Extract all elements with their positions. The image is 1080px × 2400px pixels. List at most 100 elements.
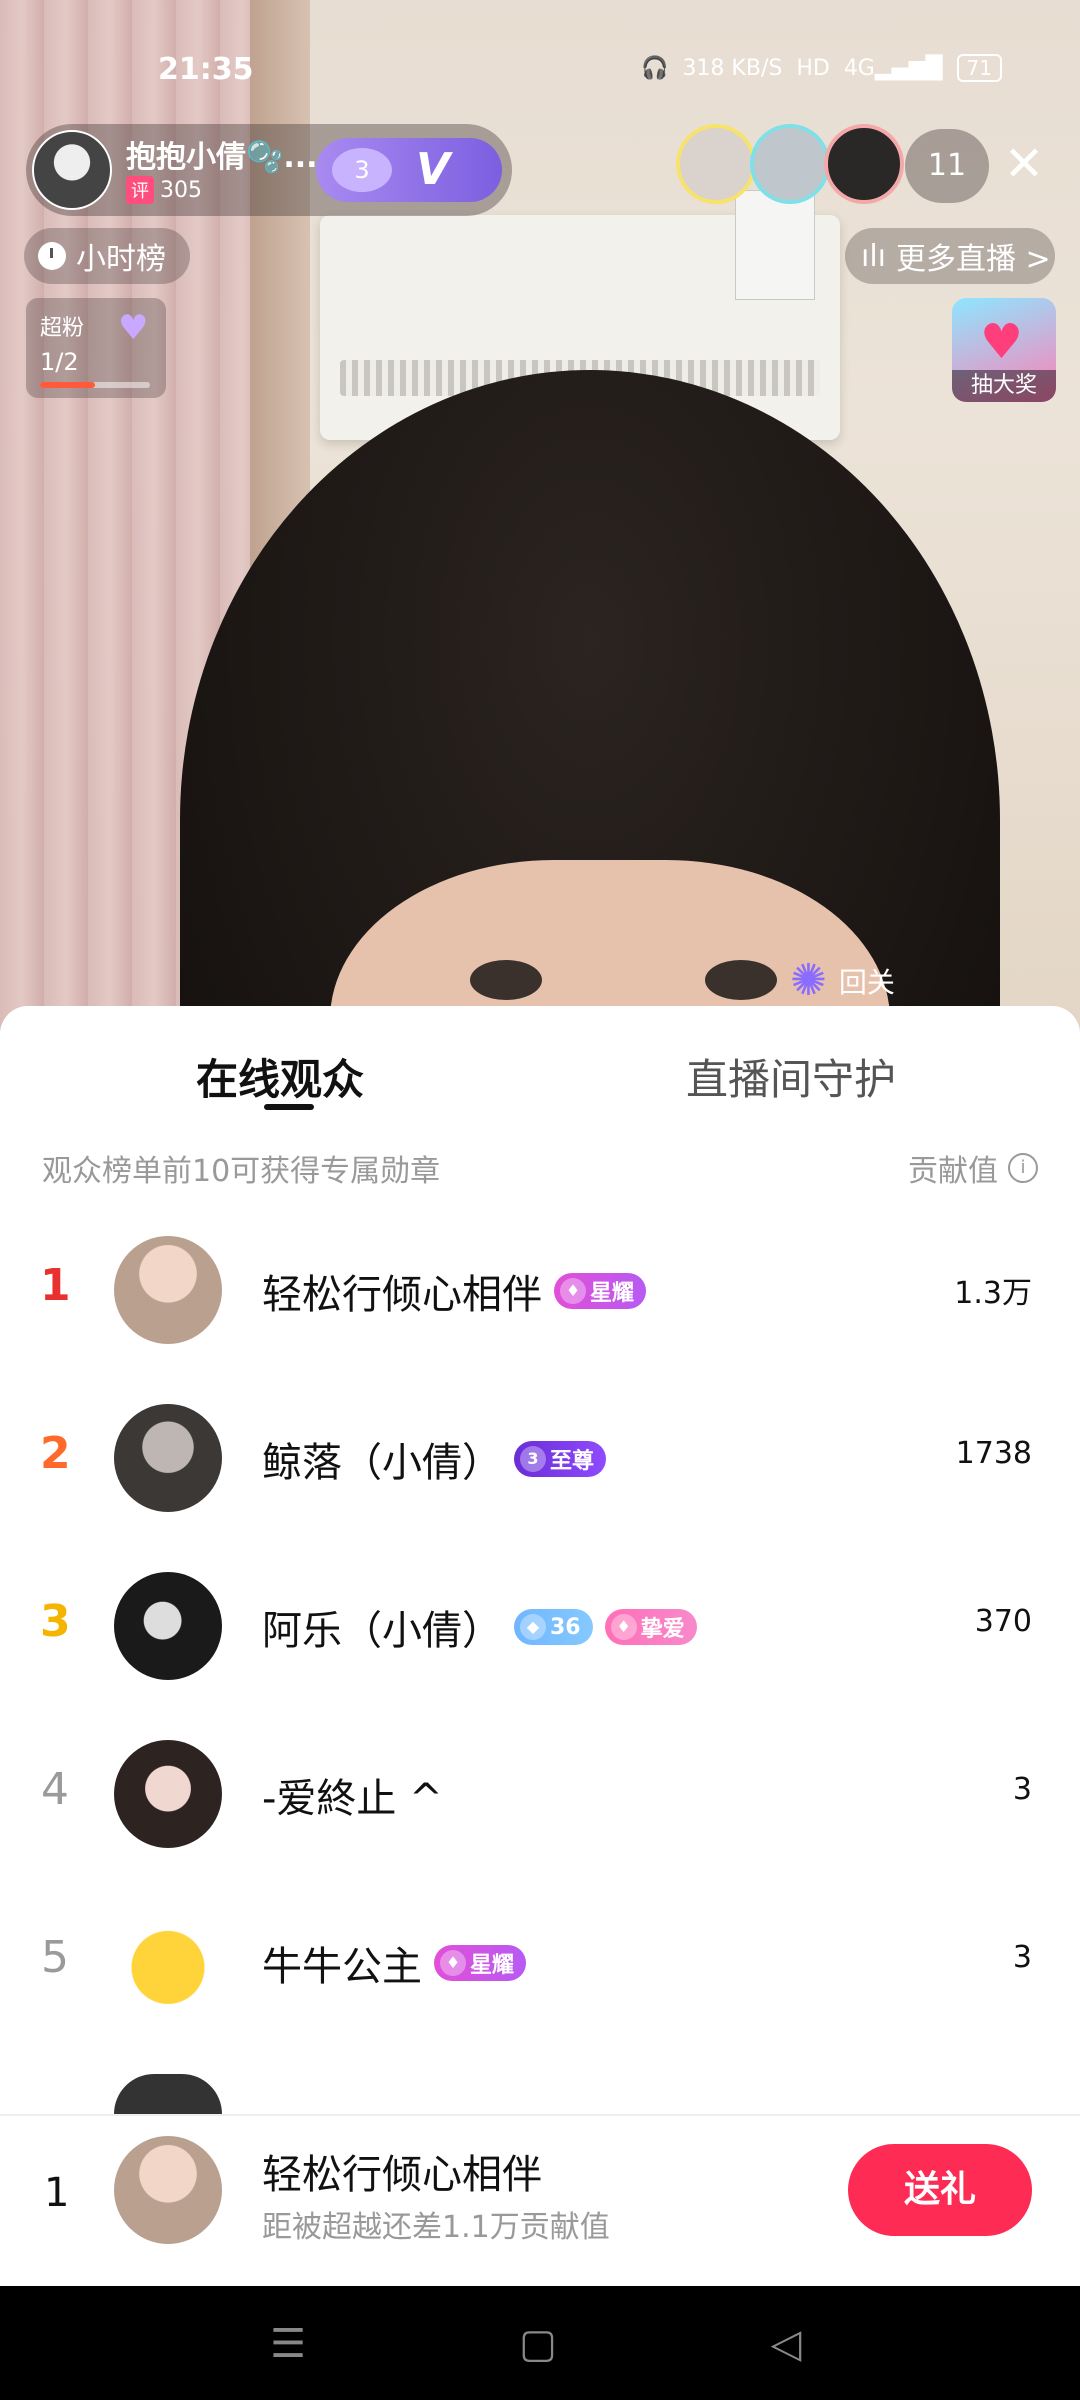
hourly-rank-label: 小时榜: [76, 242, 166, 277]
table-row[interactable]: 2 鲸落（小倩） 3 至尊 1738: [0, 1374, 1080, 1542]
viewer-avatar[interactable]: [750, 124, 830, 204]
firework-icon: ✺: [790, 955, 827, 1006]
follow-back-label: 回关: [838, 965, 895, 999]
heart-icon: ♥: [118, 308, 149, 348]
contribution-header[interactable]: 贡献值 i: [908, 1146, 1038, 1190]
avatar[interactable]: [114, 1572, 222, 1680]
audience-name-row: 轻松行倾心相伴 ♦ 星耀: [262, 1262, 647, 1320]
back-icon[interactable]: ◁: [756, 2316, 816, 2372]
sheet-tabs: 在线观众 直播间守护: [0, 1006, 1080, 1126]
contribution-value: 3: [1012, 1940, 1032, 1975]
audience-name-row: 牛牛公主 ♦ 星耀: [262, 1934, 527, 1992]
audience-name-row: 阿乐（小倩） ◆ 36 ♦ 挚爱: [262, 1598, 697, 1656]
host-score: 评 305: [126, 176, 202, 204]
audience-name: 鲸落（小倩）: [262, 1440, 502, 1486]
zhizun-badge: 3 至尊: [514, 1441, 607, 1477]
avatar[interactable]: [114, 1908, 222, 2016]
send-gift-button[interactable]: 送礼: [848, 2144, 1032, 2236]
clock-icon: [38, 242, 66, 270]
score-value: 305: [160, 177, 202, 203]
table-row[interactable]: 5 牛牛公主 ♦ 星耀 3: [0, 1878, 1080, 2046]
audience-name: 阿乐（小倩）: [262, 1608, 502, 1654]
vip-badge: V: [416, 144, 451, 195]
speed-text: 318 KB/S: [682, 55, 783, 81]
zhiai-badge: ♦ 挚爱: [604, 1609, 697, 1645]
lottery-button[interactable]: ♥ 抽大奖: [952, 298, 1056, 402]
host-avatar[interactable]: [32, 130, 112, 210]
close-icon[interactable]: ✕: [1000, 140, 1048, 188]
shield-icon: ♦: [440, 1950, 466, 1976]
rank-number: 5: [41, 1932, 69, 1983]
superfan-progress-bar: [40, 382, 150, 388]
more-live-button[interactable]: ılı 更多直播 >: [845, 228, 1055, 284]
table-row[interactable]: 4 -爱終止 ^ 3: [0, 1710, 1080, 1878]
avatar[interactable]: [114, 1236, 222, 1344]
audience-sheet: 在线观众 直播间守护 观众榜单前10可获得专属勋章 贡献值 i 1 轻松行倾心相…: [0, 1006, 1080, 2286]
status-bar: 21:35 🎧 318 KB/S HD 4G▂▄▆█ 71: [0, 52, 1080, 92]
my-rank-number: 1: [44, 2170, 70, 2216]
shield-icon: ♦: [560, 1278, 586, 1304]
host-info-pill[interactable]: 抱抱小倩🫧... 评 305 3 V: [26, 124, 512, 216]
headphones-icon: 🎧: [641, 55, 669, 81]
system-nav-bar: ☰ ▢ ◁: [0, 2286, 1080, 2400]
my-name: 轻松行倾心相伴: [262, 2152, 542, 2198]
contribution-value: 370: [974, 1604, 1032, 1639]
audience-name: -爱終止 ^: [262, 1776, 443, 1822]
audience-name: 轻松行倾心相伴: [262, 1272, 542, 1318]
superfan-widget[interactable]: 超粉 ♥ 1/2: [26, 298, 166, 398]
signal-icon: 4G▂▄▆█: [843, 55, 943, 81]
my-rank-subtitle: 距被超越还差1.1万贡献值: [262, 2210, 610, 2245]
viewer-avatar[interactable]: [676, 124, 756, 204]
my-rank-bar: 1 轻松行倾心相伴 距被超越还差1.1万贡献值 送礼: [0, 2114, 1080, 2286]
status-time: 21:35: [158, 52, 254, 87]
table-row[interactable]: 3 阿乐（小倩） ◆ 36 ♦ 挚爱 370: [0, 1542, 1080, 1710]
my-avatar[interactable]: [114, 2136, 222, 2244]
superfan-progress-fill: [40, 382, 95, 388]
menu-icon[interactable]: ☰: [258, 2316, 318, 2372]
rank-number: 2: [40, 1428, 71, 1479]
hd-text: HD: [796, 55, 830, 81]
chart-icon: ılı: [861, 238, 887, 274]
xingyao-badge: ♦ 星耀: [554, 1273, 647, 1309]
leaderboard-hint: 观众榜单前10可获得专属勋章: [42, 1154, 441, 1189]
level-badge: ◆ 36: [514, 1609, 593, 1645]
info-icon[interactable]: i: [1008, 1153, 1038, 1183]
table-row[interactable]: 1 轻松行倾心相伴 ♦ 星耀 1.3万: [0, 1206, 1080, 1374]
viewer-count-button[interactable]: 11: [905, 129, 989, 203]
wall-sticker-bg: [735, 190, 815, 300]
audience-name-row: -爱終止 ^: [262, 1766, 443, 1824]
audience-name: 牛牛公主: [262, 1944, 422, 1990]
level-3-icon: 3: [520, 1446, 546, 1472]
avatar[interactable]: [114, 1740, 222, 1848]
lottery-label: 抽大奖: [952, 370, 1056, 402]
audience-name-row: 鲸落（小倩） 3 至尊: [262, 1430, 607, 1488]
follow-back-hint[interactable]: ✺ 回关: [790, 955, 895, 1006]
streamer-eye-right: [705, 960, 777, 1000]
rank-number: 4: [41, 1764, 69, 1815]
leaderboard-hint-row: 观众榜单前10可获得专属勋章 贡献值 i: [42, 1146, 1038, 1189]
hourly-rank-button[interactable]: 小时榜: [24, 228, 190, 284]
top-viewers[interactable]: [676, 124, 904, 204]
fan-club-button[interactable]: 3 V: [316, 138, 502, 202]
lottery-heart-icon: ♥: [980, 314, 1024, 370]
tab-online-audience[interactable]: 在线观众: [196, 1046, 364, 1107]
superfan-progress-text: 1/2: [40, 348, 79, 376]
avatar[interactable]: [114, 1404, 222, 1512]
tab-active-indicator: [264, 1104, 314, 1110]
streamer-eye-left: [470, 960, 542, 1000]
contribution-value: 3: [1012, 1772, 1032, 1807]
rank-number: 3: [40, 1596, 71, 1647]
score-label: 评: [126, 176, 154, 204]
tab-room-guardian[interactable]: 直播间守护: [686, 1046, 896, 1107]
contribution-value: 1738: [955, 1436, 1032, 1471]
partial-avatar: [114, 2074, 222, 2114]
xingyao-badge: ♦ 星耀: [434, 1945, 527, 1981]
shield-icon: ♦: [610, 1614, 637, 1640]
contribution-value: 1.3万: [954, 1276, 1032, 1311]
contribution-label: 贡献值: [908, 1154, 998, 1189]
home-icon[interactable]: ▢: [508, 2316, 568, 2372]
viewer-avatar[interactable]: [824, 124, 904, 204]
diamond-icon: ◆: [520, 1614, 546, 1640]
fan-level-heart-icon: 3: [332, 148, 392, 192]
superfan-title: 超粉: [40, 316, 85, 341]
